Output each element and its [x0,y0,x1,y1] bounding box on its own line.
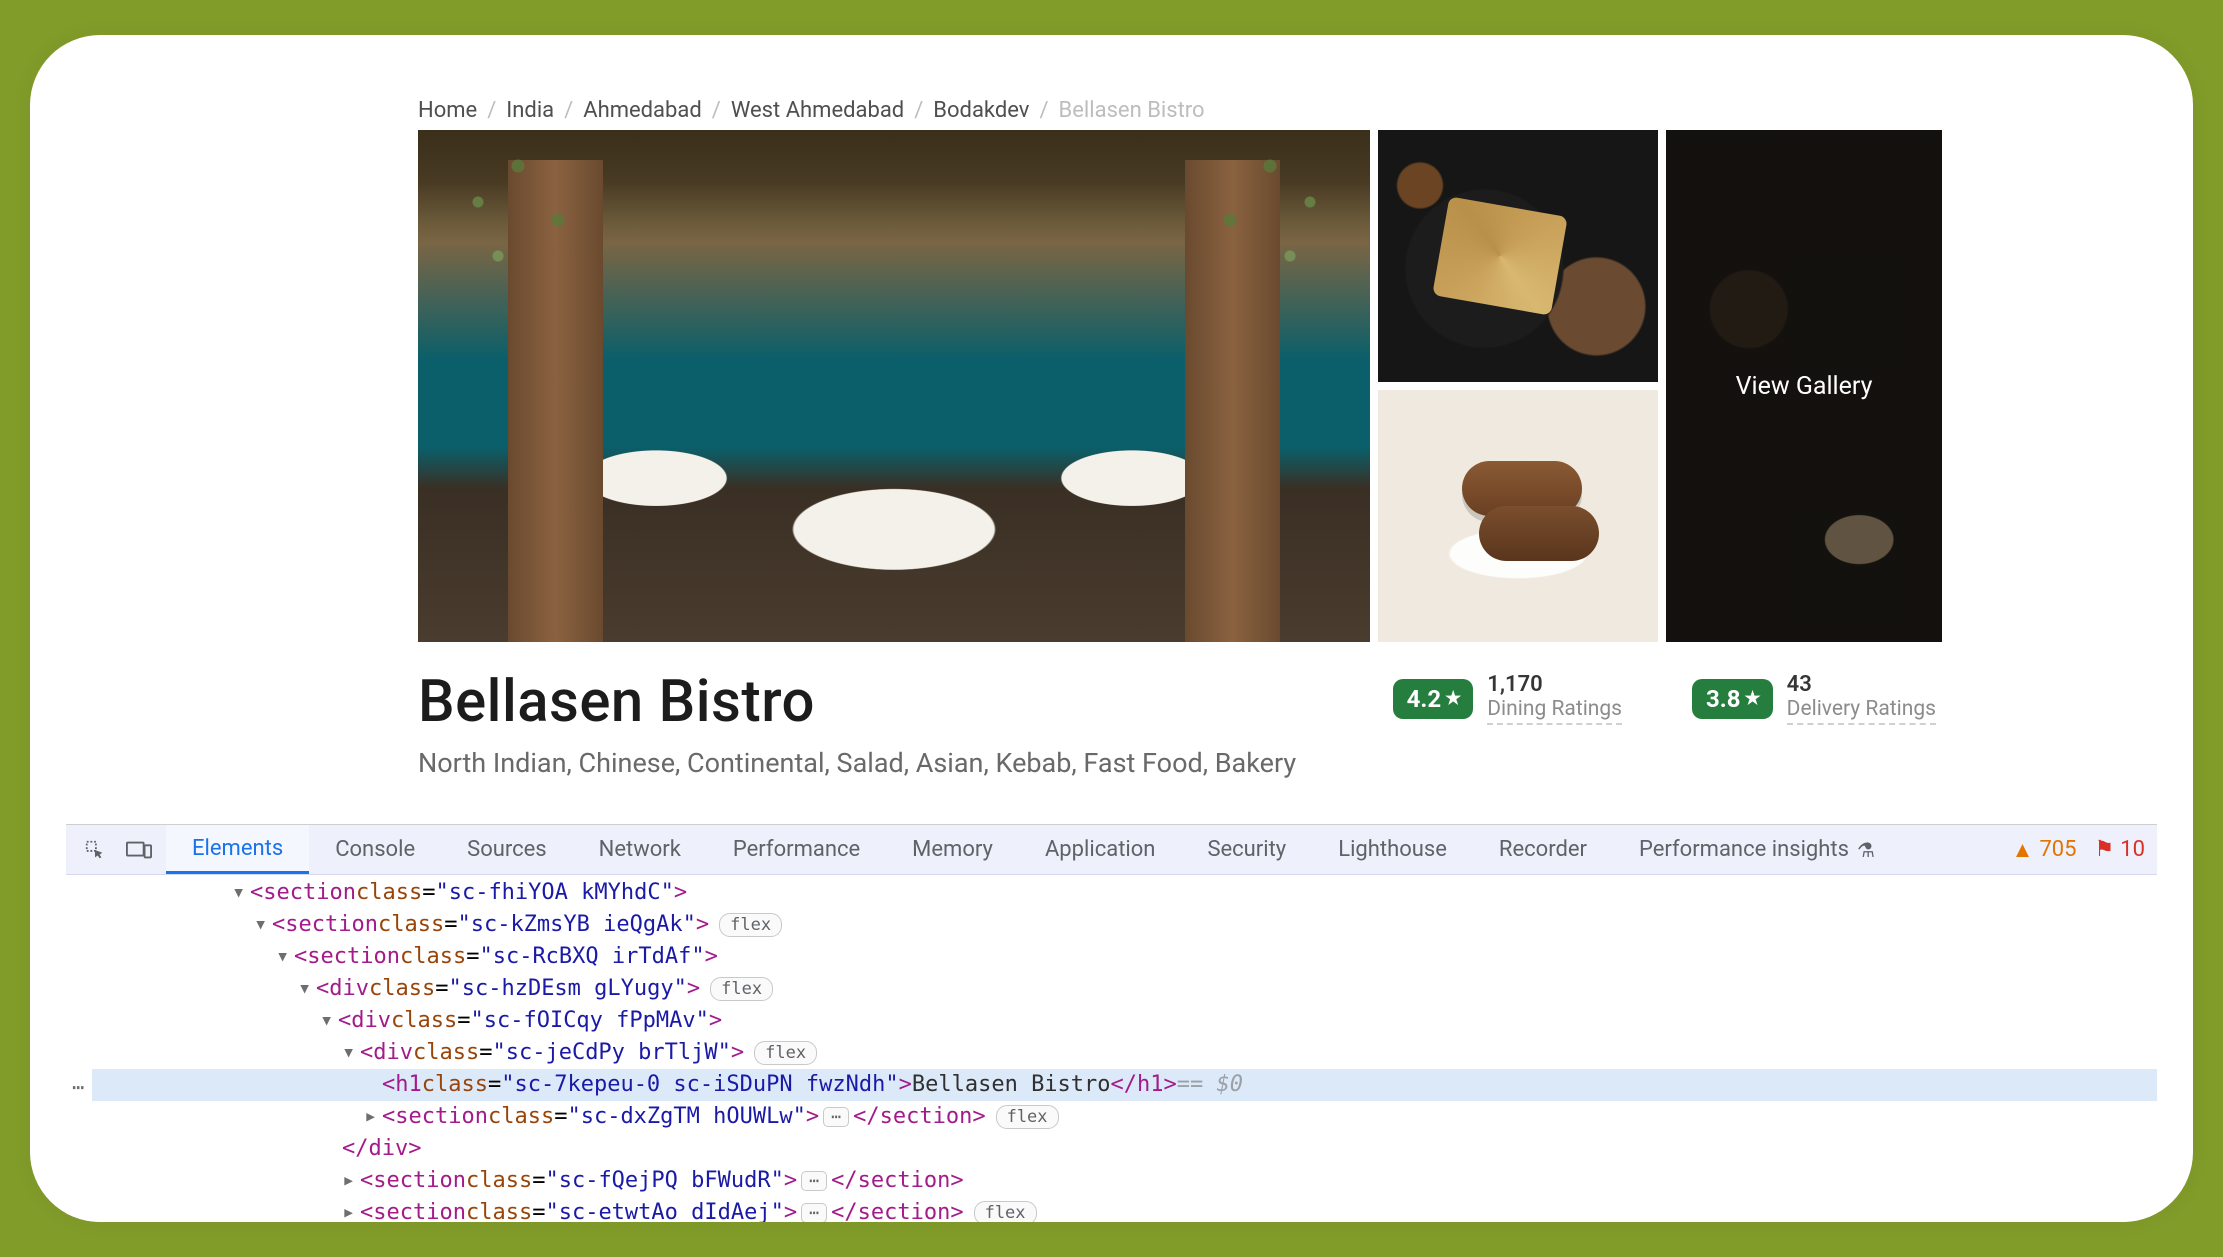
dom-node[interactable]: <div class="sc-hzDEsm gLYugy">flex [92,973,2157,1005]
flex-pill[interactable]: flex [996,1105,1059,1129]
gallery-photo-2[interactable] [1378,130,1658,382]
rating-label: Dining Ratings [1487,697,1622,725]
breadcrumb-sep: / [564,98,573,123]
errors-count[interactable]: ⚑ 10 [2095,837,2145,862]
breadcrumb-link-west-ahmedabad[interactable]: West Ahmedabad [731,98,904,123]
rating-label: Delivery Ratings [1787,697,1936,725]
warning-icon: ▲ [2012,837,2034,863]
breadcrumb-link-bodakdev[interactable]: Bodakdev [933,98,1029,123]
breadcrumb-link-ahmedabad[interactable]: Ahmedabad [583,98,702,123]
breadcrumb-sep: / [487,98,496,123]
rating-count: 43 [1787,672,1936,697]
food-image [1479,506,1599,561]
dom-node[interactable]: <section class="sc-RcBXQ irTdAf"> [92,941,2157,973]
ratings-container: 4.2 ★ 1,170 Dining Ratings 3.8 ★ 43 Deli… [1393,668,1936,725]
breadcrumb-sep: / [1039,98,1048,123]
tab-lighthouse[interactable]: Lighthouse [1312,825,1473,874]
warnings-count[interactable]: ▲ 705 [2012,837,2077,863]
errors-number: 10 [2120,837,2145,862]
dining-rating[interactable]: 4.2 ★ 1,170 Dining Ratings [1393,672,1622,725]
food-image [1432,196,1568,315]
breadcrumb-sep: / [712,98,721,123]
gallery-photo-3[interactable] [1378,390,1658,642]
star-icon: ★ [1445,688,1461,709]
tab-elements[interactable]: Elements [166,825,309,874]
rating-count: 1,170 [1487,672,1622,697]
rating-meta: 43 Delivery Ratings [1787,672,1936,725]
tab-application[interactable]: Application [1019,825,1181,874]
tab-network[interactable]: Network [573,825,707,874]
tab-performance-insights[interactable]: Performance insights ⚗ [1613,825,1901,874]
dom-node[interactable]: <section class="sc-fQejPQ bFWudR">⋯</sec… [92,1165,2157,1197]
dom-node-selected[interactable]: <h1 class="sc-7kepeu-0 sc-iSDuPN fwzNdh"… [92,1069,2157,1101]
view-gallery-label: View Gallery [1736,372,1873,401]
star-icon: ★ [1745,688,1761,709]
dom-node[interactable]: </div> [92,1133,2157,1165]
toggle-device-toolbar-icon[interactable] [122,833,156,867]
rating-score: 4.2 [1407,685,1442,713]
tab-sources[interactable]: Sources [441,825,573,874]
elements-tree[interactable]: ⋯ <section class="sc-fhiYOA kMYhdC"> <se… [66,875,2157,1222]
dom-node[interactable]: <section class="sc-kZmsYB ieQgAk">flex [92,909,2157,941]
title-row: Bellasen Bistro 4.2 ★ 1,170 Dining Ratin… [418,668,1936,736]
decor [418,130,618,310]
ellipsis-icon[interactable]: ⋯ [823,1107,849,1127]
ellipsis-icon[interactable]: ⋯ [801,1171,827,1191]
warnings-number: 705 [2039,837,2076,862]
decor [1170,130,1370,310]
error-icon: ⚑ [2095,837,2115,862]
breadcrumb-sep: / [914,98,923,123]
dom-node[interactable]: <section class="sc-etwtAo dIdAej">⋯</sec… [92,1197,2157,1222]
devtools-status-right: ▲ 705 ⚑ 10 [2012,837,2145,863]
rating-badge-delivery: 3.8 ★ [1692,679,1773,719]
tab-memory[interactable]: Memory [886,825,1019,874]
inspect-element-icon[interactable] [78,833,112,867]
rating-meta: 1,170 Dining Ratings [1487,672,1622,725]
devtools-panel: Elements Console Sources Network Perform… [66,824,2157,1222]
rating-badge-dining: 4.2 ★ [1393,679,1474,719]
delivery-rating[interactable]: 3.8 ★ 43 Delivery Ratings [1692,672,1936,725]
breadcrumb-link-home[interactable]: Home [418,98,477,123]
dom-node[interactable]: <div class="sc-fOICqy fPpMAv"> [92,1005,2157,1037]
gallery-view-all[interactable]: View Gallery [1666,130,1942,642]
ellipsis-icon[interactable]: ⋯ [801,1203,827,1222]
tab-security[interactable]: Security [1181,825,1312,874]
dom-node[interactable]: <section class="sc-fhiYOA kMYhdC"> [92,877,2157,909]
flex-pill[interactable]: flex [719,913,782,937]
content-card: Home / India / Ahmedabad / West Ahmedaba… [30,35,2193,1222]
flask-icon: ⚗ [1857,838,1875,862]
breadcrumb-current: Bellasen Bistro [1059,98,1205,123]
restaurant-name: Bellasen Bistro [418,668,815,736]
flex-pill[interactable]: flex [974,1201,1037,1222]
tab-performance[interactable]: Performance [707,825,886,874]
breadcrumb-link-india[interactable]: India [506,98,554,123]
tab-recorder[interactable]: Recorder [1473,825,1613,874]
breadcrumb: Home / India / Ahmedabad / West Ahmedaba… [418,98,1205,123]
tab-label: Performance insights [1639,837,1849,862]
dom-node[interactable]: <section class="sc-dxZgTM hOUWLw">⋯</sec… [92,1101,2157,1133]
flex-pill[interactable]: flex [754,1041,817,1065]
dom-node[interactable]: <div class="sc-jeCdPy brTljW">flex [92,1037,2157,1069]
gutter-marker-icon: ⋯ [72,1071,84,1103]
cuisines-list: North Indian, Chinese, Continental, Sala… [418,747,1296,779]
flex-pill[interactable]: flex [710,977,773,1001]
tab-console[interactable]: Console [309,825,441,874]
gallery-photo-main[interactable] [418,130,1370,642]
rating-score: 3.8 [1706,685,1741,713]
devtools-tabbar: Elements Console Sources Network Perform… [66,825,2157,875]
photo-gallery: View Gallery [418,130,1936,642]
